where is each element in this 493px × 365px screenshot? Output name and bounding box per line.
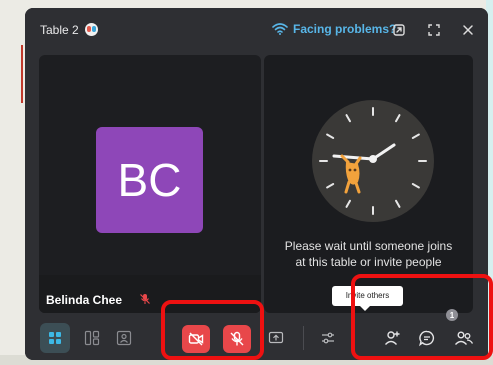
- title-bar: Table 2 Facing problems?: [25, 8, 488, 52]
- participant-avatar: BC: [96, 127, 203, 233]
- share-screen-icon: [268, 331, 284, 344]
- settings-button[interactable]: [315, 325, 341, 351]
- table-title: Table 2: [40, 23, 79, 37]
- facing-problems-label: Facing problems?: [293, 22, 397, 36]
- background-divider: [21, 45, 23, 103]
- popout-icon[interactable]: [391, 22, 407, 38]
- settings-sliders-icon: [322, 332, 334, 344]
- split-view-icon: [84, 330, 100, 346]
- table-logo-icon: [85, 23, 98, 36]
- grid-view-button[interactable]: [40, 323, 70, 353]
- grid-view-icon: [49, 332, 61, 344]
- mic-muted-icon: [140, 294, 150, 304]
- speaker-view-icon: [116, 330, 132, 346]
- participant-name: Belinda Chee: [46, 293, 123, 307]
- toolbar-divider: [303, 326, 304, 350]
- wifi-icon: [272, 23, 288, 35]
- facing-problems-link[interactable]: Facing problems?: [272, 20, 396, 38]
- share-screen-button[interactable]: [263, 325, 289, 351]
- waiting-message: Please wait until someone joins at this …: [264, 238, 473, 270]
- waiting-message-line2: at this table or invite people: [295, 255, 442, 269]
- participant-tile: BC Belinda Chee: [39, 55, 261, 313]
- highlight-invite-controls: [351, 274, 493, 360]
- highlight-media-controls: [161, 300, 264, 360]
- waiting-message-line1: Please wait until someone joins: [284, 239, 453, 253]
- fullscreen-icon[interactable]: [426, 22, 442, 38]
- clock-illustration: [312, 100, 434, 222]
- close-icon[interactable]: [460, 22, 476, 38]
- split-view-button[interactable]: [79, 325, 105, 351]
- speaker-view-button[interactable]: [111, 325, 137, 351]
